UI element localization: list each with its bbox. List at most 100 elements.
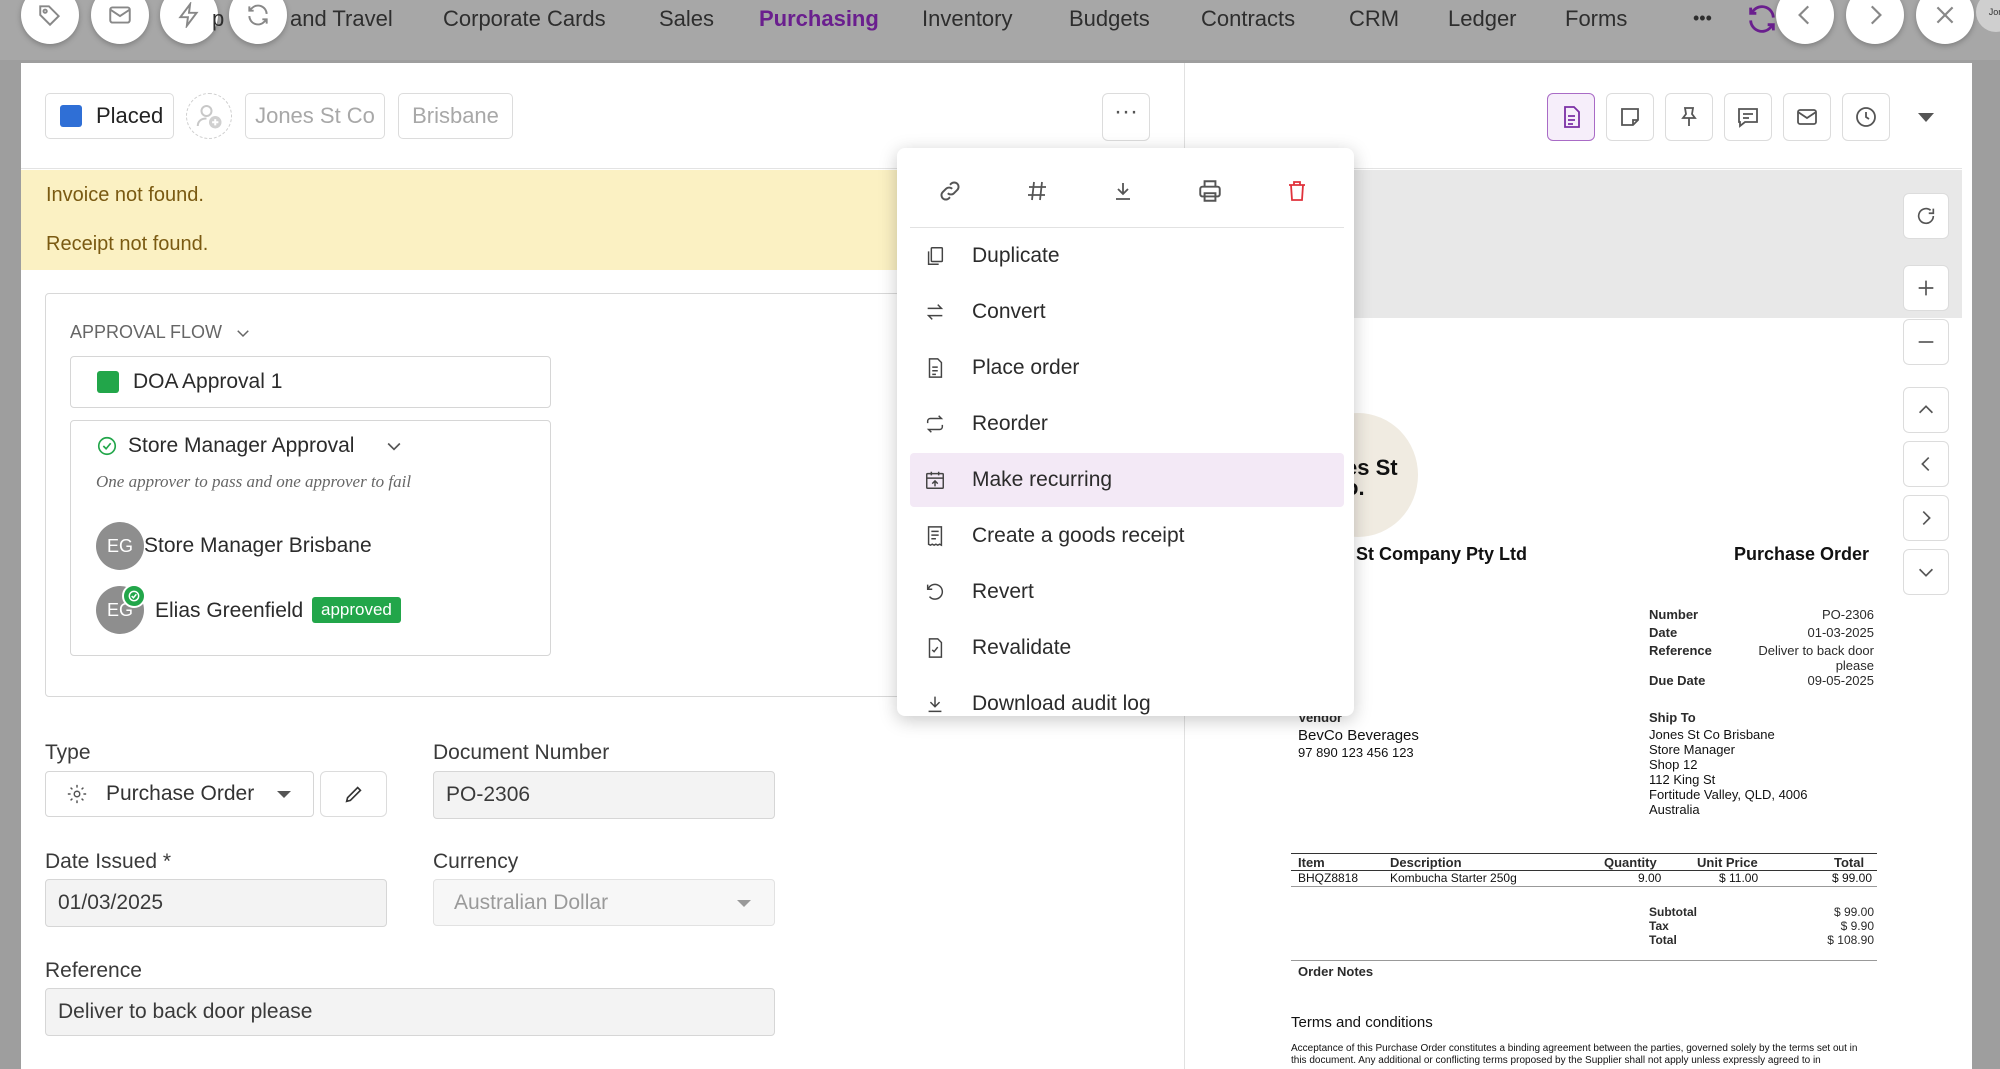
store-manager-approval-toggle[interactable]: Store Manager Approval bbox=[96, 434, 404, 458]
menu-item-download-audit-log[interactable]: Download audit log bbox=[910, 677, 1344, 716]
totals-key: Total bbox=[1649, 933, 1677, 947]
nav-more-button[interactable]: ••• bbox=[1693, 8, 1712, 29]
menu-download-button[interactable] bbox=[1100, 168, 1146, 214]
comments-button[interactable] bbox=[1724, 93, 1772, 141]
document-view-button[interactable] bbox=[1547, 93, 1595, 141]
window-edge bbox=[1970, 60, 2000, 1069]
download-icon bbox=[1116, 183, 1130, 200]
email-button[interactable] bbox=[1783, 93, 1831, 141]
totals-key: Tax bbox=[1649, 919, 1669, 933]
pin-button[interactable] bbox=[1665, 93, 1713, 141]
nav-item-travel[interactable]: and Travel bbox=[290, 6, 393, 32]
reference-field[interactable]: Deliver to back door please bbox=[45, 988, 775, 1036]
link-icon bbox=[940, 181, 960, 201]
history-button[interactable] bbox=[1842, 93, 1890, 141]
sync-nav-button[interactable] bbox=[229, 0, 287, 44]
tag-nav-button[interactable] bbox=[21, 0, 79, 44]
meta-key: Date bbox=[1649, 625, 1678, 640]
ship-to-line: Fortitude Valley, QLD, 4006 bbox=[1649, 787, 1808, 802]
toolbar-expand-button[interactable] bbox=[1912, 105, 1940, 129]
nav-partial-item[interactable]: p bbox=[212, 6, 224, 32]
location-chip[interactable]: Brisbane bbox=[398, 93, 513, 139]
menu-item-make-recurring[interactable]: Make recurring bbox=[910, 453, 1344, 507]
menu-item-place-order[interactable]: Place order bbox=[910, 341, 1344, 395]
menu-hash-button[interactable] bbox=[1014, 168, 1060, 214]
user-initials: Jon bbox=[1988, 7, 2000, 17]
table-top-rule bbox=[1291, 853, 1877, 854]
scroll-up-button[interactable] bbox=[1903, 387, 1949, 433]
menu-item-revalidate[interactable]: Revalidate bbox=[910, 621, 1344, 675]
vendor-chip-label: Jones St Co bbox=[255, 103, 375, 128]
next-record-button[interactable] bbox=[1846, 0, 1904, 44]
nav-item-budgets[interactable]: Budgets bbox=[1069, 6, 1150, 32]
date-issued-field[interactable]: 01/03/2025 bbox=[45, 879, 387, 927]
nav-item-purchasing[interactable]: Purchasing bbox=[759, 6, 879, 32]
menu-item-label: Reorder bbox=[972, 412, 1048, 435]
tag-icon bbox=[39, 5, 61, 27]
note-button[interactable] bbox=[1606, 93, 1654, 141]
menu-item-duplicate[interactable]: Duplicate bbox=[910, 229, 1344, 283]
table-row: BHQZ8818 Kombucha Starter 250g 9.00 $ 11… bbox=[1298, 871, 1872, 886]
scroll-down-button[interactable] bbox=[1903, 549, 1949, 595]
nav-item-sales[interactable]: Sales bbox=[659, 6, 714, 32]
currency-select[interactable]: Australian Dollar bbox=[433, 879, 775, 926]
menu-item-revert[interactable]: Revert bbox=[910, 565, 1344, 619]
avatar-initials: EG bbox=[106, 535, 133, 556]
zoom-out-button[interactable] bbox=[1903, 319, 1949, 365]
document-number-field[interactable]: PO-2306 bbox=[433, 771, 775, 819]
check-icon bbox=[128, 590, 140, 602]
nav-item-corporate-cards[interactable]: Corporate Cards bbox=[443, 6, 606, 32]
document-check-icon bbox=[928, 638, 943, 658]
caret-down-icon bbox=[1918, 113, 1934, 122]
receipt-icon bbox=[927, 526, 943, 547]
close-button[interactable] bbox=[1916, 0, 1974, 44]
order-notes-label: Order Notes bbox=[1298, 964, 1374, 979]
approval-step-doa[interactable]: DOA Approval 1 bbox=[70, 356, 551, 408]
lightning-nav-button[interactable] bbox=[160, 0, 218, 44]
more-actions-button[interactable]: ··· bbox=[1102, 93, 1150, 141]
edit-type-button[interactable] bbox=[320, 771, 387, 817]
nav-item-ledger[interactable]: Ledger bbox=[1448, 6, 1517, 32]
type-select[interactable]: Purchase Order bbox=[45, 771, 314, 817]
meta-value: PO-2306 bbox=[1821, 607, 1874, 622]
minus-icon bbox=[1918, 341, 1934, 343]
approval-flow-toggle[interactable]: APPROVAL FLOW bbox=[70, 322, 252, 343]
currency-value: Australian Dollar bbox=[454, 890, 609, 914]
ship-to-line: 112 King St bbox=[1649, 772, 1716, 787]
menu-item-label: Revalidate bbox=[972, 636, 1072, 659]
chevron-left-icon bbox=[1921, 456, 1930, 472]
mail-nav-button[interactable] bbox=[91, 0, 149, 44]
status-color-swatch bbox=[60, 105, 82, 127]
approval-flow-title: APPROVAL FLOW bbox=[70, 322, 223, 342]
hash-icon bbox=[1028, 181, 1046, 201]
previous-record-button[interactable] bbox=[1776, 0, 1834, 44]
menu-link-button[interactable] bbox=[927, 168, 973, 214]
menu-item-label: Convert bbox=[972, 300, 1046, 323]
receipt-warning: Receipt not found. bbox=[46, 233, 209, 255]
nav-item-contracts[interactable]: Contracts bbox=[1201, 6, 1295, 32]
page-left-button[interactable] bbox=[1903, 441, 1949, 487]
menu-item-convert[interactable]: Convert bbox=[910, 285, 1344, 339]
page-right-button[interactable] bbox=[1903, 495, 1949, 541]
nav-item-inventory[interactable]: Inventory bbox=[922, 6, 1013, 32]
print-icon bbox=[1199, 180, 1221, 202]
menu-item-reorder[interactable]: Reorder bbox=[910, 397, 1344, 451]
meta-value: Deliver to back door please bbox=[1758, 643, 1874, 673]
add-assignee-button[interactable] bbox=[186, 93, 232, 139]
user-avatar[interactable]: Jon bbox=[1976, 0, 2000, 32]
row-unit-price: $ 11.00 bbox=[1719, 871, 1759, 885]
totals-value: $ 9.90 bbox=[1840, 919, 1874, 933]
more-actions-menu: Duplicate Convert Place order Reorder Ma… bbox=[897, 148, 1354, 716]
status-badge[interactable]: Placed bbox=[45, 93, 174, 139]
menu-item-create-goods-receipt[interactable]: Create a goods receipt bbox=[910, 509, 1344, 563]
menu-print-button[interactable] bbox=[1187, 168, 1233, 214]
nav-item-crm[interactable]: CRM bbox=[1349, 6, 1399, 32]
nav-item-forms[interactable]: Forms bbox=[1565, 6, 1627, 32]
sync-status-button[interactable] bbox=[1745, 2, 1779, 36]
vendor-chip[interactable]: Jones St Co bbox=[245, 93, 385, 139]
zoom-in-button[interactable] bbox=[1903, 265, 1949, 311]
row-description: Kombucha Starter 250g bbox=[1390, 871, 1517, 885]
refresh-preview-button[interactable] bbox=[1903, 193, 1949, 239]
totals-value: $ 108.90 bbox=[1827, 933, 1874, 947]
menu-delete-button[interactable] bbox=[1274, 168, 1320, 214]
